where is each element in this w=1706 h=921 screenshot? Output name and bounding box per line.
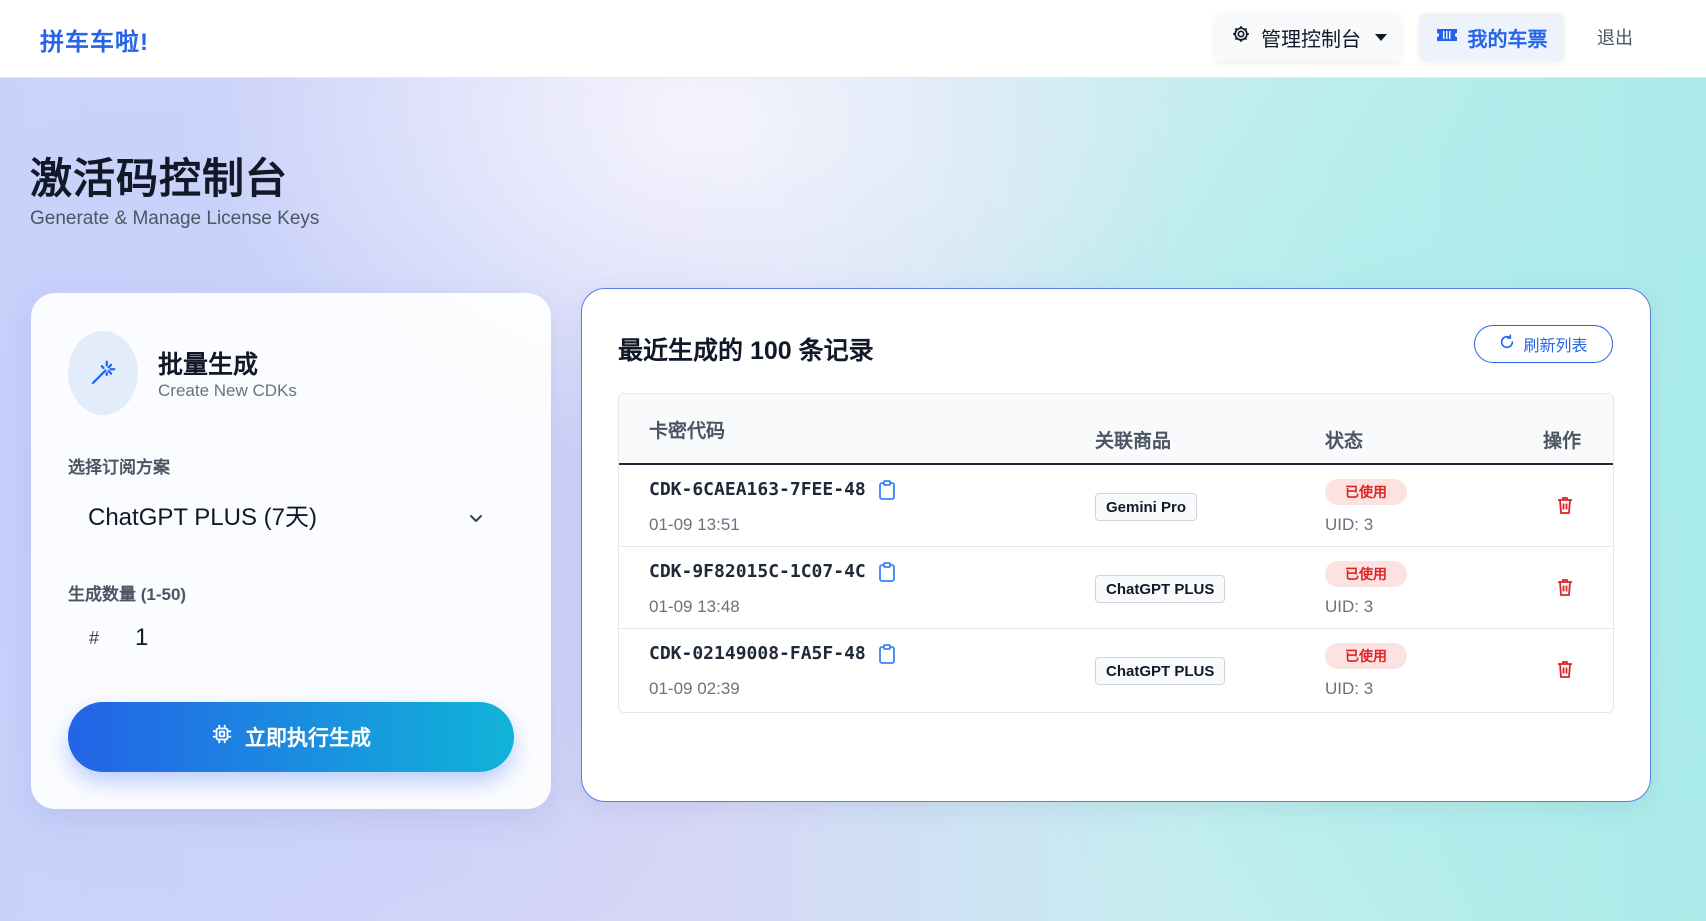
my-tickets-label: 我的车票 <box>1467 28 1548 51</box>
brand-logo[interactable]: 拼车车啦! <box>40 22 149 57</box>
product-tag: ChatGPT PLUS <box>1095 657 1226 685</box>
admin-console-dropdown[interactable]: 管理控制台 <box>1215 13 1401 61</box>
records-table: 卡密代码 关联商品 状态 操作 CDK-6CAEA163-7FEE-48 01-… <box>618 393 1614 713</box>
clipboard-icon[interactable] <box>878 479 896 500</box>
cdk-code: CDK-02149008-FA5F-48 <box>649 643 866 664</box>
quantity-value: 1 <box>135 624 149 651</box>
product-tag: ChatGPT PLUS <box>1095 575 1226 603</box>
table-row: CDK-02149008-FA5F-48 01-09 02:39 ChatGPT… <box>619 629 1613 711</box>
cdk-code-cell: CDK-9F82015C-1C07-4C <box>649 561 896 582</box>
column-header-status: 状态 <box>1325 431 1364 452</box>
my-tickets-button[interactable]: 我的车票 <box>1419 13 1564 61</box>
chevron-down-icon <box>468 505 484 533</box>
refresh-list-button[interactable]: 刷新列表 <box>1474 325 1613 363</box>
magic-wand-icon <box>68 331 138 415</box>
plan-select-label: 选择订阅方案 <box>68 458 170 477</box>
trash-icon[interactable] <box>1557 496 1573 514</box>
created-time: 01-09 02:39 <box>649 679 740 698</box>
status-badge: 已使用 <box>1325 479 1407 505</box>
logout-link[interactable]: 退出 <box>1597 24 1633 50</box>
user-id: UID: 3 <box>1325 515 1374 534</box>
batch-generate-card: 批量生成 Create New CDKs 选择订阅方案 ChatGPT PLUS… <box>31 293 551 809</box>
refresh-list-label: 刷新列表 <box>1523 338 1588 355</box>
chip-icon <box>211 723 233 751</box>
clipboard-icon[interactable] <box>878 643 896 664</box>
gear-icon <box>1231 24 1251 50</box>
page-subtitle: Generate & Manage License Keys <box>30 208 320 229</box>
cdk-code-cell: CDK-6CAEA163-7FEE-48 <box>649 479 896 500</box>
column-header-product: 关联商品 <box>1095 431 1172 452</box>
column-header-actions: 操作 <box>1543 431 1582 452</box>
refresh-icon <box>1499 334 1515 355</box>
quantity-input[interactable]: # 1 <box>68 610 514 666</box>
quantity-label: 生成数量 (1-50) <box>68 585 187 604</box>
cdk-code: CDK-9F82015C-1C07-4C <box>649 561 866 582</box>
plan-select[interactable]: ChatGPT PLUS (7天) <box>68 483 514 545</box>
table-header: 卡密代码 关联商品 状态 操作 <box>619 394 1613 465</box>
cdk-code: CDK-6CAEA163-7FEE-48 <box>649 479 866 500</box>
top-navbar: 拼车车啦! 管理控制台 我的车票 退出 <box>0 0 1706 78</box>
generator-subtitle: Create New CDKs <box>158 381 297 400</box>
ticket-icon <box>1436 26 1458 49</box>
caret-down-icon <box>1375 33 1387 41</box>
user-id: UID: 3 <box>1325 679 1374 698</box>
generate-now-button[interactable]: 立即执行生成 <box>68 702 514 772</box>
created-time: 01-09 13:48 <box>649 597 740 616</box>
clipboard-icon[interactable] <box>878 561 896 582</box>
user-id: UID: 3 <box>1325 597 1374 616</box>
admin-console-label: 管理控制台 <box>1261 28 1361 51</box>
records-card: 最近生成的 100 条记录 刷新列表 卡密代码 关联商品 状态 操作 CDK-6… <box>581 288 1651 802</box>
trash-icon[interactable] <box>1557 660 1573 678</box>
status-badge: 已使用 <box>1325 561 1407 587</box>
column-header-code: 卡密代码 <box>649 421 726 442</box>
created-time: 01-09 13:51 <box>649 515 740 534</box>
page-title: 激活码控制台 <box>30 155 289 202</box>
records-title: 最近生成的 100 条记录 <box>618 337 874 365</box>
generator-title: 批量生成 <box>158 351 259 379</box>
table-row: CDK-6CAEA163-7FEE-48 01-09 13:51 Gemini … <box>619 465 1613 547</box>
table-row: CDK-9F82015C-1C07-4C 01-09 13:48 ChatGPT… <box>619 547 1613 629</box>
product-tag: Gemini Pro <box>1095 493 1198 521</box>
cdk-code-cell: CDK-02149008-FA5F-48 <box>649 643 896 664</box>
status-badge: 已使用 <box>1325 643 1407 669</box>
quantity-prefix: # <box>89 628 100 648</box>
plan-select-value: ChatGPT PLUS (7天) <box>88 503 317 531</box>
generate-now-label: 立即执行生成 <box>245 727 371 750</box>
trash-icon[interactable] <box>1557 578 1573 596</box>
